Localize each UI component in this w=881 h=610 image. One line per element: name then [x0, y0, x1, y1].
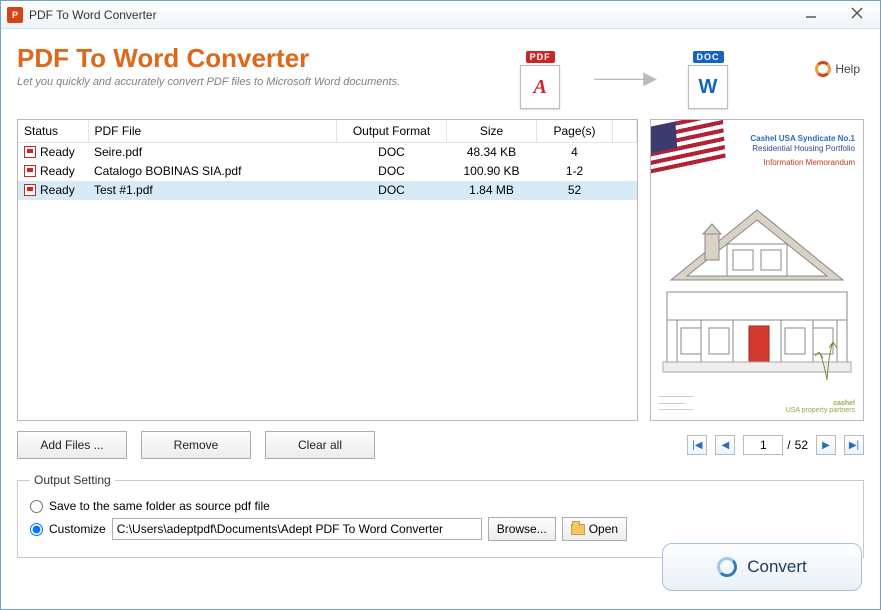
first-page-button[interactable]: |◀: [687, 435, 707, 455]
folder-icon: [571, 524, 585, 535]
browse-button[interactable]: Browse...: [488, 517, 556, 541]
page-total: 52: [795, 438, 808, 452]
help-link[interactable]: Help: [815, 61, 860, 77]
file-table[interactable]: Status PDF File Output Format Size Page(…: [17, 119, 638, 421]
conversion-graphic: PDF A — — —▶ DOC W: [514, 47, 734, 109]
pdf-file-icon: [24, 184, 36, 196]
preview-subtitle: Residential Housing Portfolio: [750, 144, 855, 154]
flag-graphic: [650, 119, 726, 181]
customize-radio[interactable]: [30, 523, 43, 536]
doc-format-icon: DOC W: [682, 47, 734, 109]
remove-button[interactable]: Remove: [141, 431, 251, 459]
window-title: PDF To Word Converter: [29, 8, 157, 22]
convert-icon: [717, 557, 737, 577]
pdf-file-icon: [24, 146, 36, 158]
col-status[interactable]: Status: [18, 120, 88, 143]
col-format[interactable]: Output Format: [337, 120, 447, 143]
same-folder-radio[interactable]: [30, 500, 43, 513]
arrow-icon: — — —▶: [594, 68, 654, 89]
app-icon: P: [7, 7, 23, 23]
col-size[interactable]: Size: [447, 120, 537, 143]
page-input[interactable]: [743, 435, 783, 455]
col-pages[interactable]: Page(s): [537, 120, 613, 143]
close-button[interactable]: [834, 1, 880, 25]
pager: |◀ ◀ / 52 ▶ ▶|: [687, 435, 864, 455]
app-subtitle: Let you quickly and accurately convert P…: [17, 76, 864, 88]
preview-brand1: cashel: [833, 400, 855, 407]
preview-brand2: USA property partners: [786, 407, 855, 414]
add-files-button[interactable]: Add Files ...: [17, 431, 127, 459]
col-spare: [613, 120, 637, 143]
next-page-button[interactable]: ▶: [816, 435, 836, 455]
house-illustration: [657, 192, 857, 382]
customize-label[interactable]: Customize: [49, 522, 106, 536]
help-icon: [815, 61, 831, 77]
same-folder-label[interactable]: Save to the same folder as source pdf fi…: [49, 499, 270, 513]
last-page-button[interactable]: ▶|: [844, 435, 864, 455]
convert-button[interactable]: Convert: [662, 543, 862, 591]
clear-all-button[interactable]: Clear all: [265, 431, 375, 459]
titlebar[interactable]: P PDF To Word Converter: [1, 1, 880, 29]
preview-memo: Information Memorandum: [750, 158, 855, 168]
col-file[interactable]: PDF File: [88, 120, 337, 143]
preview-pane: Cashel USA Syndicate No.1 Residential Ho…: [650, 119, 864, 421]
pdf-format-icon: PDF A: [514, 47, 566, 109]
table-row[interactable]: ReadySeire.pdfDOC48.34 KB4: [18, 143, 637, 162]
preview-title: Cashel USA Syndicate No.1: [750, 134, 855, 144]
pdf-file-icon: [24, 165, 36, 177]
table-row[interactable]: ReadyTest #1.pdfDOC1.84 MB52: [18, 181, 637, 200]
table-row[interactable]: ReadyCatalogo BOBINAS SIA.pdfDOC100.90 K…: [18, 162, 637, 181]
open-folder-button[interactable]: Open: [562, 517, 627, 541]
page-sep: /: [787, 438, 790, 452]
minimize-button[interactable]: [788, 1, 834, 25]
prev-page-button[interactable]: ◀: [715, 435, 735, 455]
app-title: PDF To Word Converter: [17, 43, 864, 74]
preview-footer-text: ──────────────────────: [659, 394, 693, 414]
output-legend: Output Setting: [30, 473, 115, 487]
output-path-input[interactable]: [112, 518, 482, 540]
app-window: P PDF To Word Converter PDF To Word Conv…: [0, 0, 881, 610]
header: PDF To Word Converter Let you quickly an…: [17, 43, 864, 119]
